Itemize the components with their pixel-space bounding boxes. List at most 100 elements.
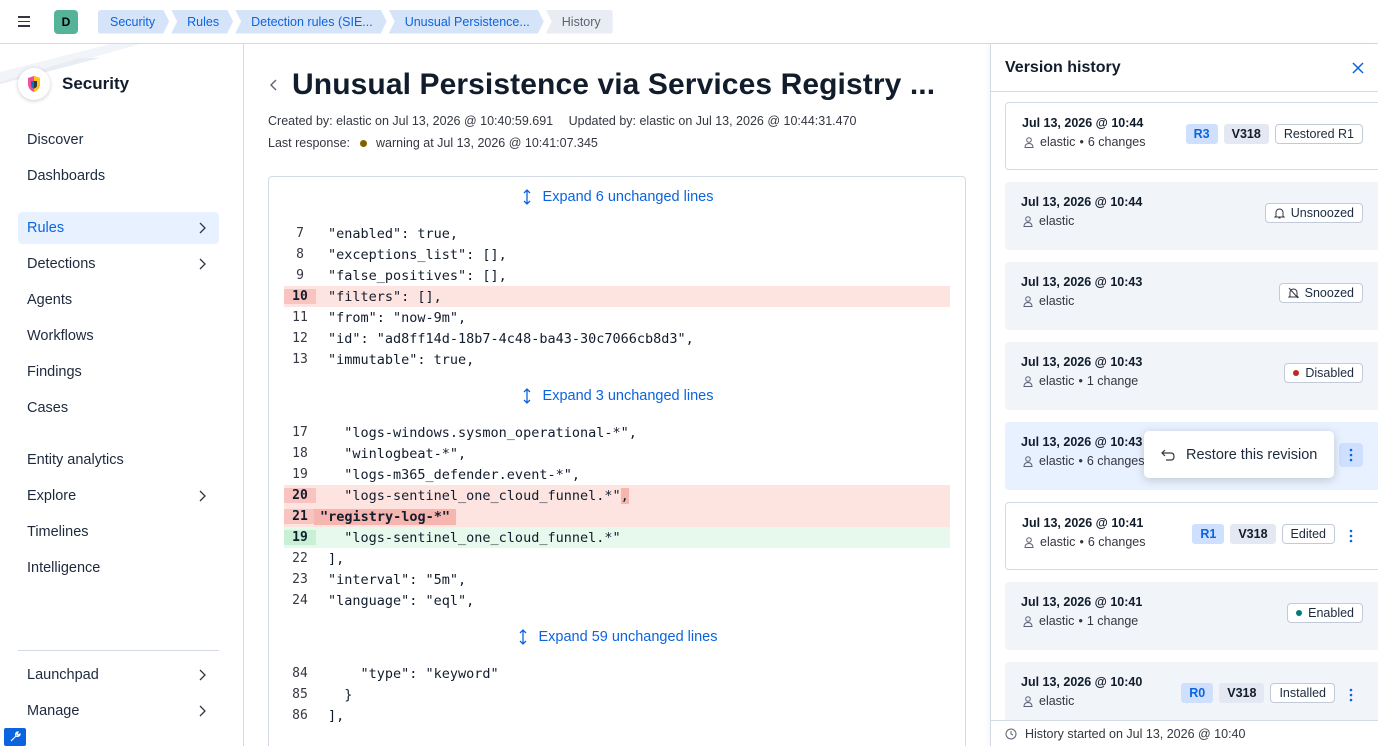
code-text: } xyxy=(328,686,353,703)
sidebar-item-discover[interactable]: Discover xyxy=(18,124,219,156)
sidebar-item-detections[interactable]: Detections xyxy=(18,248,219,280)
main-content: Unusual Persistence via Services Registr… xyxy=(244,44,990,746)
line-number: 85 xyxy=(292,687,308,702)
line-number: 8 xyxy=(296,247,304,262)
line-number: 24 xyxy=(292,593,308,608)
revision-badges: R0 V318 Installed xyxy=(1181,683,1335,703)
status-dot-icon xyxy=(1293,370,1300,376)
code-text: "from": "now-9m", xyxy=(328,309,467,326)
code-line: 19 "logs-m365_defender.event-*", xyxy=(284,464,950,485)
code-text: "language": "eql", xyxy=(328,592,475,609)
code-line: 8 "exceptions_list": [], xyxy=(284,244,950,265)
line-number: 20 xyxy=(284,488,316,503)
sidebar-item-agents[interactable]: Agents xyxy=(18,284,219,316)
wrench-icon[interactable] xyxy=(4,728,26,746)
code-text-highlight: , xyxy=(620,487,629,504)
sidebar-item-label: Findings xyxy=(27,364,82,380)
code-text: "filters": [], xyxy=(328,288,442,305)
sidebar-item-explore[interactable]: Explore xyxy=(18,480,219,512)
sidebar-item-entity-analytics[interactable]: Entity analytics xyxy=(18,444,219,476)
revision-card[interactable]: Jul 13, 2026 @ 10:44 elastic Unsnoozed xyxy=(1005,182,1378,250)
line-number: 13 xyxy=(292,352,308,367)
breadcrumb-detection-rules[interactable]: Detection rules (SIE... xyxy=(235,10,387,34)
close-icon[interactable] xyxy=(1351,61,1365,75)
revision-badges: R1 V318 Edited xyxy=(1192,524,1335,544)
sidebar-item-label: Workflows xyxy=(27,328,94,344)
separator: • xyxy=(1079,135,1084,149)
history-footer: History started on Jul 13, 2026 @ 10:40 xyxy=(991,720,1378,746)
sidebar-item-label: Dashboards xyxy=(27,168,106,184)
revision-card[interactable]: Jul 13, 2026 @ 10:40 elastic R0 V318 Install… xyxy=(1005,662,1378,720)
rule-meta: Created by: elastic on Jul 13, 2026 @ 10… xyxy=(268,114,856,128)
last-response: Last response: warning at Jul 13, 2026 @… xyxy=(268,136,598,150)
action-badge: Installed xyxy=(1270,683,1335,703)
code-line: 23 "interval": "5m", xyxy=(284,569,950,590)
space-avatar[interactable]: D xyxy=(54,9,78,34)
sidebar-item-manage[interactable]: Manage xyxy=(18,695,219,727)
revision-card[interactable]: Jul 13, 2026 @ 10:41 elastic • 1 change Enab… xyxy=(1005,582,1378,650)
sidebar-brand[interactable]: Security xyxy=(18,68,129,100)
sidebar-item-label: Manage xyxy=(27,703,80,719)
revision-card[interactable]: Jul 13, 2026 @ 10:43 elastic Snoozed xyxy=(1005,262,1378,330)
code-text: "interval": "5m", xyxy=(328,571,467,588)
menu-icon[interactable] xyxy=(12,10,36,34)
sidebar-item-rules[interactable]: Rules xyxy=(18,212,219,244)
action-badge: Restored R1 xyxy=(1274,124,1363,144)
status-label: Snoozed xyxy=(1304,286,1354,300)
expand-unchanged-button[interactable]: Expand 59 unchanged lines xyxy=(269,617,965,657)
code-text: "id": "ad8ff14d-18b7-4c48-ba43-30c7066cb… xyxy=(328,330,694,347)
revision-user: elastic xyxy=(1039,374,1075,388)
code-text: "enabled": true, xyxy=(328,225,459,242)
code-line: 9 "false_positives": [], xyxy=(284,265,950,286)
warning-dot-icon xyxy=(360,139,367,147)
expand-label: Expand 3 unchanged lines xyxy=(542,388,714,404)
breadcrumb-rules[interactable]: Rules xyxy=(171,10,233,34)
status-label: Disabled xyxy=(1305,366,1354,380)
code-line: 13 "immutable": true, xyxy=(284,349,950,370)
revision-user: elastic xyxy=(1039,694,1075,708)
code-text: "logs-sentinel_one_cloud_funnel.*" xyxy=(328,487,621,504)
code-text: ], xyxy=(328,550,345,567)
kebab-menu-icon[interactable] xyxy=(1339,524,1363,548)
sidebar-item-workflows[interactable]: Workflows xyxy=(18,320,219,352)
sidebar-item-launchpad[interactable]: Launchpad xyxy=(18,659,219,691)
revision-badges: Enabled xyxy=(1287,603,1363,623)
sidebar-item-cases[interactable]: Cases xyxy=(18,392,219,424)
sidebar-item-intelligence[interactable]: Intelligence xyxy=(18,552,219,584)
breadcrumb-rule[interactable]: Unusual Persistence... xyxy=(389,10,544,34)
revision-card[interactable]: Jul 13, 2026 @ 10:44 elastic • 6 changes R3 V… xyxy=(1005,102,1378,170)
flyout-title: Version history xyxy=(1005,58,1121,76)
revision-card[interactable]: Jul 13, 2026 @ 10:43 elastic • 1 change Disa… xyxy=(1005,342,1378,410)
chevron-right-icon xyxy=(199,222,206,234)
code-line: 10 "filters": [], xyxy=(284,286,950,307)
line-number: 23 xyxy=(292,572,308,587)
clock-icon xyxy=(1005,728,1017,739)
user-icon xyxy=(1023,375,1033,387)
revision-changes: 6 changes xyxy=(1086,454,1145,468)
sidebar-item-timelines[interactable]: Timelines xyxy=(18,516,219,548)
line-number: 21 xyxy=(284,509,316,524)
revision-changes: 6 changes xyxy=(1087,535,1146,549)
sidebar-item-dashboards[interactable]: Dashboards xyxy=(18,160,219,192)
line-number: 18 xyxy=(292,446,308,461)
code-text: "winlogbeat-*", xyxy=(328,445,467,462)
expand-vertical-icon xyxy=(523,189,530,205)
restore-revision-menu-item[interactable]: Restore this revision xyxy=(1144,431,1334,478)
breadcrumb-history: History xyxy=(545,9,613,34)
revision-user: elastic xyxy=(1040,535,1076,549)
code-line: 12 "id": "ad8ff14d-18b7-4c48-ba43-30c7066… xyxy=(284,328,950,349)
revision-user: elastic xyxy=(1039,214,1075,228)
line-number: 17 xyxy=(292,425,308,440)
kebab-menu-icon[interactable] xyxy=(1339,443,1363,467)
expand-unchanged-button[interactable]: Expand 3 unchanged lines xyxy=(269,376,965,416)
kebab-menu-icon[interactable] xyxy=(1339,683,1363,707)
line-number: 84 xyxy=(292,666,308,681)
expand-unchanged-button[interactable]: Expand 6 unchanged lines xyxy=(269,177,965,217)
code-line: 11 "from": "now-9m", xyxy=(284,307,950,328)
breadcrumb-security[interactable]: Security xyxy=(98,10,169,34)
back-arrow-icon[interactable] xyxy=(268,77,280,93)
sidebar-item-findings[interactable]: Findings xyxy=(18,356,219,388)
sidebar-item-label: Agents xyxy=(27,292,73,308)
bell-icon xyxy=(1273,208,1285,219)
revision-card[interactable]: Jul 13, 2026 @ 10:41 elastic • 6 changes R1 V… xyxy=(1005,502,1378,570)
